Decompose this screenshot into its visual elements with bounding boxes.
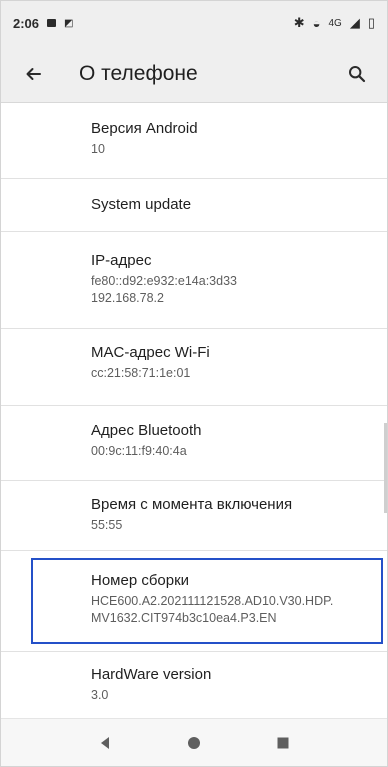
settings-list: Версия Android 10 System update IP-адрес… bbox=[1, 103, 387, 720]
network-type: 4G bbox=[328, 17, 342, 29]
list-item-label: HardWare version bbox=[91, 666, 212, 683]
divider bbox=[1, 328, 387, 329]
list-item-ip-address[interactable]: IP-адрес fe80::d92:e932:e14a:3d33 192.16… bbox=[1, 251, 387, 307]
page-title: О телефоне bbox=[79, 61, 198, 85]
list-item-value: fe80::d92:e932:e14a:3d33 192.168.78.2 bbox=[91, 274, 237, 305]
divider bbox=[1, 480, 387, 481]
list-item-value: 10 bbox=[91, 142, 105, 156]
battery-icon: ▯ bbox=[367, 15, 375, 30]
list-item-label: Номер сборки bbox=[91, 572, 190, 589]
nav-back-icon[interactable] bbox=[87, 725, 123, 761]
list-item-android-version[interactable]: Версия Android 10 bbox=[1, 119, 387, 158]
wifi-icon: ◒ bbox=[312, 15, 321, 31]
phone-screen: 2:06 ◩ ✱ ◒ 4G ◢ ▯ О телефоне Версия Andr… bbox=[0, 0, 388, 767]
sim-icon: ◩ bbox=[64, 17, 74, 29]
app-bar: О телефоне bbox=[1, 45, 387, 103]
signal-icon: ◢ bbox=[349, 15, 360, 30]
divider bbox=[1, 651, 387, 652]
arrow-left-icon[interactable] bbox=[19, 60, 47, 88]
list-item-label: System update bbox=[91, 196, 192, 213]
list-item-label: Версия Android bbox=[91, 120, 198, 137]
notification-icon bbox=[47, 19, 57, 27]
list-item-label: IP-адрес bbox=[91, 252, 152, 269]
list-item-label: MAC-адрес Wi-Fi bbox=[91, 344, 210, 361]
list-item-value: 00:9c:11:f9:40:4a bbox=[91, 444, 187, 458]
divider bbox=[1, 231, 387, 232]
status-right: ✱ ◒ 4G ◢ ▯ bbox=[294, 15, 375, 31]
list-item-value: 3.0 bbox=[91, 688, 109, 702]
nav-recents-icon[interactable] bbox=[265, 725, 301, 761]
divider bbox=[1, 178, 387, 179]
list-item-hardware-version[interactable]: HardWare version 3.0 bbox=[1, 665, 387, 704]
list-item-label: Адрес Bluetooth bbox=[91, 422, 202, 439]
list-item-value: HCE600.A2.202111121528.AD10.V30.HDP. MV1… bbox=[91, 594, 334, 625]
list-item-bluetooth-address[interactable]: Адрес Bluetooth 00:9c:11:f9:40:4a bbox=[1, 421, 387, 460]
list-item-build-number[interactable]: Номер сборки HCE600.A2.202111121528.AD10… bbox=[1, 571, 387, 627]
status-bar: 2:06 ◩ ✱ ◒ 4G ◢ ▯ bbox=[1, 1, 387, 45]
list-item-value: 55:55 bbox=[91, 518, 123, 532]
divider bbox=[1, 550, 387, 551]
divider bbox=[1, 405, 387, 406]
status-time: 2:06 bbox=[13, 15, 40, 31]
list-item-system-update[interactable]: System update bbox=[1, 195, 387, 214]
list-item-label: Время с момента включения bbox=[91, 496, 293, 513]
list-item-wifi-mac[interactable]: MAC-адрес Wi-Fi cc:21:58:71:1e:01 bbox=[1, 343, 387, 382]
search-icon[interactable] bbox=[343, 60, 371, 88]
bluetooth-icon: ✱ bbox=[293, 15, 305, 30]
status-left: 2:06 ◩ bbox=[13, 16, 73, 31]
nav-home-icon[interactable] bbox=[176, 725, 212, 761]
list-item-uptime[interactable]: Время с момента включения 55:55 bbox=[1, 495, 387, 534]
navigation-bar bbox=[1, 718, 387, 766]
scrollbar[interactable] bbox=[384, 423, 387, 513]
list-item-value: cc:21:58:71:1e:01 bbox=[91, 366, 191, 380]
